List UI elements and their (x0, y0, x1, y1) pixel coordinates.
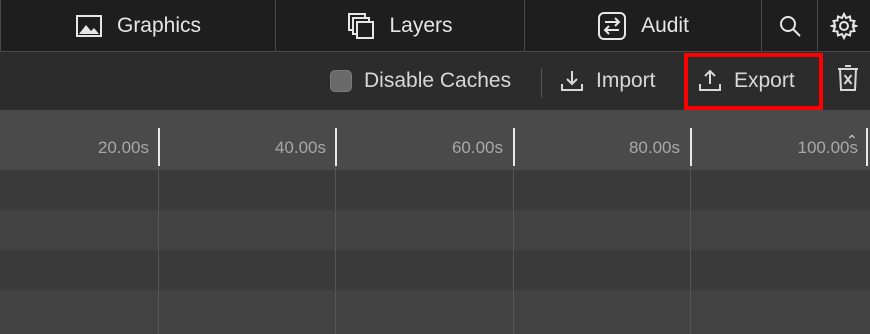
import-icon (560, 69, 584, 93)
disable-caches-toggle[interactable]: Disable Caches (330, 52, 511, 110)
timeline-row (0, 250, 870, 290)
disable-caches-label: Disable Caches (364, 69, 512, 92)
toolbar: Disable Caches Import Export (0, 52, 870, 110)
tick-label: 60.00s (451, 138, 503, 157)
tab-audit-label: Audit (641, 13, 689, 37)
search-button[interactable] (762, 0, 818, 51)
tick-label: 20.00s (97, 138, 149, 157)
timeline-row (0, 210, 870, 250)
grid-line (513, 166, 514, 334)
import-label: Import (596, 69, 656, 92)
tab-layers-label: Layers (389, 13, 453, 37)
clear-button[interactable] (836, 52, 860, 110)
import-button[interactable]: Import (560, 52, 656, 110)
tab-layers[interactable]: Layers (276, 0, 525, 51)
image-icon (75, 14, 103, 38)
disable-caches-checkbox[interactable] (330, 70, 352, 92)
tick-marker (866, 128, 868, 166)
settings-button[interactable] (818, 0, 870, 51)
tick-marker (335, 128, 337, 166)
export-label: Export (734, 69, 795, 92)
tick-marker (513, 128, 515, 166)
tab-bar: Graphics Layers Audit (0, 0, 870, 52)
swap-arrows-icon (597, 11, 627, 41)
tick-label: 40.00s (274, 138, 326, 157)
collapse-caret-icon[interactable]: ⌃ (846, 132, 858, 149)
export-button[interactable]: Export (698, 52, 795, 110)
toolbar-divider (541, 68, 542, 98)
app-window: Graphics Layers Audit Disable Caches Imp… (0, 0, 870, 334)
layers-icon (347, 12, 375, 40)
tab-graphics[interactable]: Graphics (0, 0, 276, 51)
tab-graphics-label: Graphics (116, 13, 202, 37)
grid-line (158, 166, 159, 334)
tick-marker (158, 128, 160, 166)
tick-label: 80.00s (628, 138, 680, 157)
search-icon (778, 14, 802, 38)
timeline-row (0, 290, 870, 334)
grid-line (690, 166, 691, 334)
gear-icon (830, 11, 858, 40)
trash-icon (836, 64, 860, 98)
export-icon (698, 69, 722, 93)
tab-audit[interactable]: Audit (525, 0, 762, 51)
tick-marker (690, 128, 692, 166)
grid-line (335, 166, 336, 334)
timeline-row (0, 170, 870, 210)
